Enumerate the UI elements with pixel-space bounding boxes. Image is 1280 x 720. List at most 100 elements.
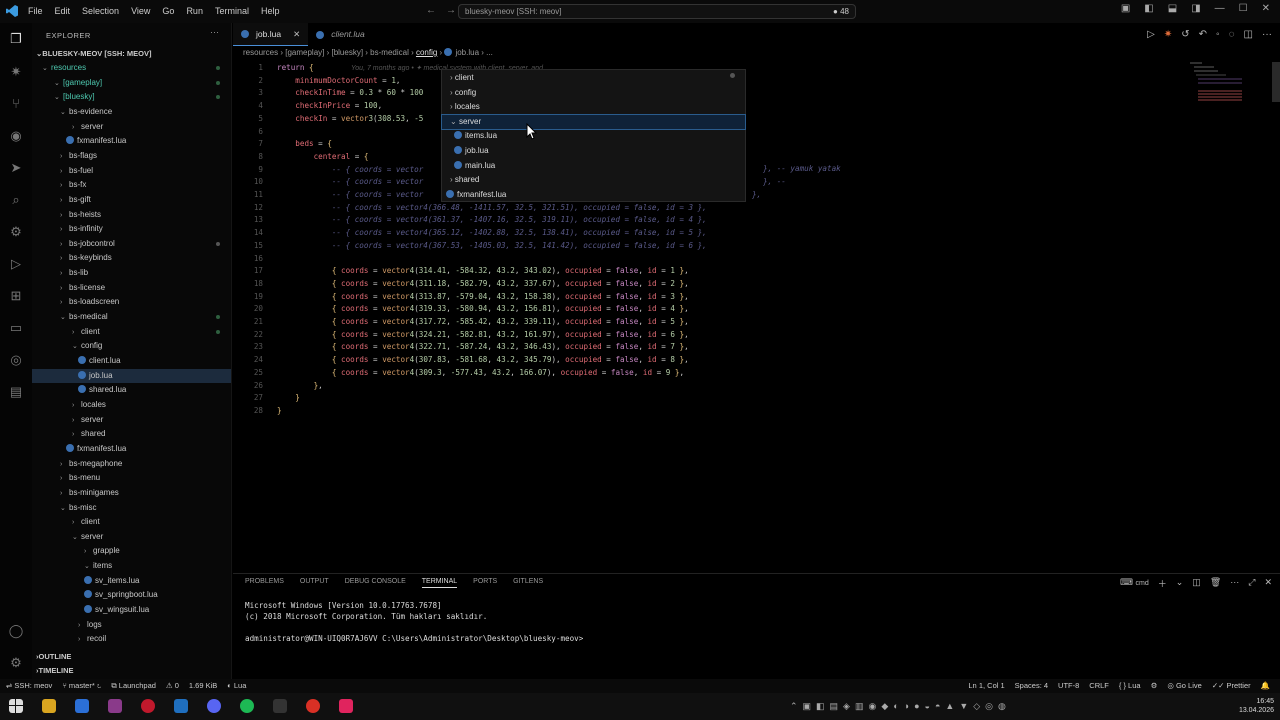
extensions-icon[interactable]: ⊞ [8,288,24,304]
tree-item[interactable]: › server [32,413,231,427]
remote-icon[interactable]: ▭ [8,320,24,336]
history-icon[interactable]: ↺ [1181,29,1189,40]
opera-icon[interactable] [141,699,155,713]
maximize-icon[interactable]: ☐ [1239,3,1248,14]
line-ending[interactable]: CRLF [1089,681,1109,690]
menu-terminal[interactable]: Terminal [209,0,255,23]
tree-item[interactable]: › bs-jobcontrol [32,237,231,251]
send-icon[interactable]: ➤ [8,160,24,176]
discord-icon[interactable] [207,699,221,713]
app-icon[interactable] [108,699,122,713]
tree-item[interactable]: › bs-menu [32,471,231,485]
picker-item[interactable]: › locales [442,100,745,114]
tree-item[interactable]: › client [32,325,231,339]
more-actions-icon[interactable]: ··· [1262,29,1272,40]
picker-item[interactable]: ⌄ server [441,113,746,130]
ext-action-icon[interactable]: ✷ [1164,29,1172,40]
layout-icon[interactable]: ▣ [1121,3,1130,14]
dot-icon[interactable]: ◦ [1216,29,1220,40]
editor-scrollbar[interactable] [1272,62,1280,102]
toggle-secondary-icon[interactable]: ◨ [1191,3,1200,14]
tree-item[interactable]: fxmanifest.lua [32,442,231,456]
git-badge-icon[interactable]: ⚙ [8,224,24,240]
tree-item[interactable]: ⌄ [gameplay] [32,76,231,90]
timeline-section[interactable]: ›TIMELINE [32,664,231,678]
explorer-icon[interactable]: ❐ [8,31,24,47]
breadcrumb-item-active[interactable]: config [416,48,437,57]
tree-item[interactable]: ⌄ [bluesky] [32,90,231,104]
tab-client-lua[interactable]: client.lua [308,23,373,46]
menu-file[interactable]: File [22,0,49,23]
go-live-button[interactable]: ◎ Go Live [1167,681,1202,690]
menu-view[interactable]: View [125,0,156,23]
tab-ports[interactable]: PORTS [473,578,497,588]
workspace-root[interactable]: ⌄BLUESKY-MEOV [SSH: MEOV] [32,47,231,61]
tab-gitlens[interactable]: GITLENS [513,578,543,588]
tree-item[interactable]: › bs-minigames [32,486,231,500]
remote-explorer-icon[interactable]: ◉ [8,128,24,144]
terminal-prompt[interactable]: administrator@WIN-UIQ0R7AJ6VV C:\Users\A… [245,634,583,643]
tree-item[interactable]: ⌄ config [32,339,231,353]
tree-item[interactable]: sv_items.lua [32,574,231,588]
windows-start-icon[interactable] [9,699,23,713]
manage-gear-icon[interactable]: ⚙ [8,655,24,671]
tree-item[interactable]: › server [32,120,231,134]
spotify-icon[interactable] [240,699,254,713]
toggle-sidebar-icon[interactable]: ◧ [1144,3,1153,14]
tree-item[interactable]: › bs-fx [32,178,231,192]
tree-item[interactable]: ⌄ items [32,559,231,573]
tree-item[interactable]: shared.lua [32,383,231,397]
picker-item[interactable]: fxmanifest.lua [442,188,745,202]
search-icon[interactable]: ⌕ [8,192,24,208]
tree-item[interactable]: › shared [32,427,231,441]
language-left-indicator[interactable]: ◐ Lua [227,681,246,691]
cursor-position[interactable]: Ln 1, Col 1 [968,681,1004,690]
split-editor-icon[interactable]: ◫ [1244,29,1253,40]
vscode-taskbar-icon[interactable] [174,699,188,713]
picker-item[interactable]: › config [442,86,745,100]
tree-item[interactable]: › bs-flags [32,149,231,163]
close-tab-icon[interactable]: ✕ [293,23,300,46]
feedback-icon[interactable]: ⚙ [1151,681,1158,690]
more-actions-icon[interactable]: ··· [210,27,219,37]
tree-item[interactable]: fxmanifest.lua [32,134,231,148]
tree-item[interactable]: › bs-lib [32,266,231,280]
minimize-icon[interactable]: — [1215,3,1225,14]
tree-item[interactable]: › logs [32,618,231,632]
database-icon[interactable]: ▤ [8,384,24,400]
launchpad-indicator[interactable]: ⧉ Launchpad [111,681,156,691]
tree-item[interactable]: › bs-license [32,281,231,295]
picker-item[interactable]: › shared [442,173,745,187]
tree-item[interactable]: › grapple [32,544,231,558]
minimap[interactable] [1190,62,1242,112]
gitlens-icon[interactable]: ◎ [8,352,24,368]
kill-terminal-icon[interactable]: 🗑 [1210,577,1221,590]
run-debug-icon[interactable]: ▷ [8,256,24,272]
tree-item[interactable]: › recoil [32,632,231,646]
menu-run[interactable]: Run [180,0,209,23]
run-icon[interactable]: ▷ [1147,29,1155,40]
copilot-badge[interactable]: ● 48 [833,7,849,16]
tree-item[interactable]: › bs-fuel [32,164,231,178]
picker-item[interactable]: items.lua [442,129,745,143]
tree-item[interactable]: › bs-infinity [32,222,231,236]
breadcrumb-item[interactable]: ... [486,48,493,57]
breadcrumb-item[interactable]: [gameplay] [285,48,324,57]
branch-indicator[interactable]: ⑂ master* ↻ [62,681,101,691]
problems-indicator[interactable]: ⚠ 0 [166,681,179,691]
tab-problems[interactable]: PROBLEMS [245,578,284,588]
tree-item[interactable]: › client [32,515,231,529]
indentation[interactable]: Spaces: 4 [1015,681,1048,690]
picker-item[interactable]: job.lua [442,144,745,158]
source-control-icon[interactable]: ⑂ [8,96,24,112]
tree-item[interactable]: ⌄ bs-misc [32,501,231,515]
encoding[interactable]: UTF-8 [1058,681,1079,690]
notifications-icon[interactable]: 🔔 [1261,681,1270,690]
maximize-panel-icon[interactable]: ⤢ [1248,577,1255,590]
file-explorer-icon[interactable] [42,699,56,713]
new-terminal-icon[interactable]: ＋ [1158,577,1167,590]
picker-item[interactable]: main.lua [442,159,745,173]
tree-item[interactable]: ⌄ bs-evidence [32,105,231,119]
tab-terminal[interactable]: TERMINAL [421,578,458,588]
tree-item[interactable]: sv_springboot.lua [32,588,231,602]
